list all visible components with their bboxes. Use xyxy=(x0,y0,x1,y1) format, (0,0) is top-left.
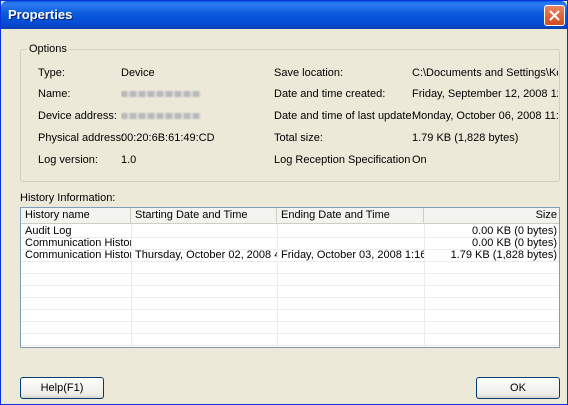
save-location-value: C:\Documents and Settings\Ko xyxy=(412,67,558,79)
date-created-value: Friday, September 12, 2008 12: xyxy=(412,88,558,100)
table-row-cell[interactable]: Audit Log xyxy=(21,225,131,237)
close-button[interactable] xyxy=(544,5,565,26)
device-address-label: Device address: xyxy=(38,110,117,122)
column-header-ending-date[interactable]: Ending Date and Time xyxy=(277,208,424,224)
options-legend: Options xyxy=(27,43,69,55)
grid-line xyxy=(21,297,559,298)
table-row-cell[interactable]: Communication Histor... xyxy=(21,237,131,249)
ok-button[interactable]: OK xyxy=(476,377,560,399)
table-row-cell[interactable]: 0.00 KB (0 bytes) xyxy=(424,225,559,237)
table-row-cell[interactable]: 1.79 KB (1,828 bytes) xyxy=(424,249,559,261)
options-group: Options Type: Device Name: Device addres… xyxy=(20,43,560,182)
grid-line xyxy=(21,273,559,274)
grid-line xyxy=(21,321,559,322)
help-button[interactable]: Help(F1) xyxy=(20,377,104,399)
log-reception-label: Log Reception Specification xyxy=(274,154,411,166)
type-value: Device xyxy=(121,67,155,79)
device-address-value-redacted xyxy=(121,110,201,122)
column-header-size[interactable]: Size xyxy=(424,208,559,224)
log-version-label: Log version: xyxy=(38,154,98,166)
grid-line xyxy=(21,285,559,286)
table-row-cell[interactable]: Thursday, October 02, 2008 4... xyxy=(131,249,277,261)
save-location-label: Save location: xyxy=(274,67,344,79)
physical-address-value: 00:20:6B:61:49:CD xyxy=(121,132,215,144)
grid-line xyxy=(21,261,559,262)
grid-line xyxy=(21,333,559,334)
window-title: Properties xyxy=(8,7,73,22)
type-label: Type: xyxy=(38,67,65,79)
table-row-cell[interactable]: 0.00 KB (0 bytes) xyxy=(424,237,559,249)
history-label: History Information: xyxy=(20,192,116,204)
total-size-label: Total size: xyxy=(274,132,323,144)
properties-dialog: Properties Options Type: Device Name: De… xyxy=(0,0,568,405)
column-header-history-name[interactable]: History name xyxy=(21,208,131,224)
physical-address-label: Physical address: xyxy=(38,132,125,144)
date-created-label: Date and time created: xyxy=(274,88,386,100)
history-list[interactable]: History name Starting Date and Time Endi… xyxy=(20,207,560,348)
total-size-value: 1.79 KB (1,828 bytes) xyxy=(412,132,519,144)
name-label: Name: xyxy=(38,88,71,100)
name-value-redacted xyxy=(121,88,201,100)
last-update-value: Monday, October 06, 2008 11:0 xyxy=(412,110,558,122)
close-icon xyxy=(549,10,560,21)
log-version-value: 1.0 xyxy=(121,154,137,166)
title-bar[interactable]: Properties xyxy=(1,1,567,29)
grid-line xyxy=(21,345,559,346)
table-row-cell[interactable]: Communication Histor... xyxy=(21,249,131,261)
grid-line xyxy=(21,309,559,310)
history-list-header: History name Starting Date and Time Endi… xyxy=(21,208,559,224)
table-row-cell[interactable]: Friday, October 03, 2008 1:16... xyxy=(277,249,424,261)
column-header-starting-date[interactable]: Starting Date and Time xyxy=(131,208,277,224)
log-reception-value: On xyxy=(412,154,427,166)
last-update-label: Date and time of last update: xyxy=(274,110,415,122)
